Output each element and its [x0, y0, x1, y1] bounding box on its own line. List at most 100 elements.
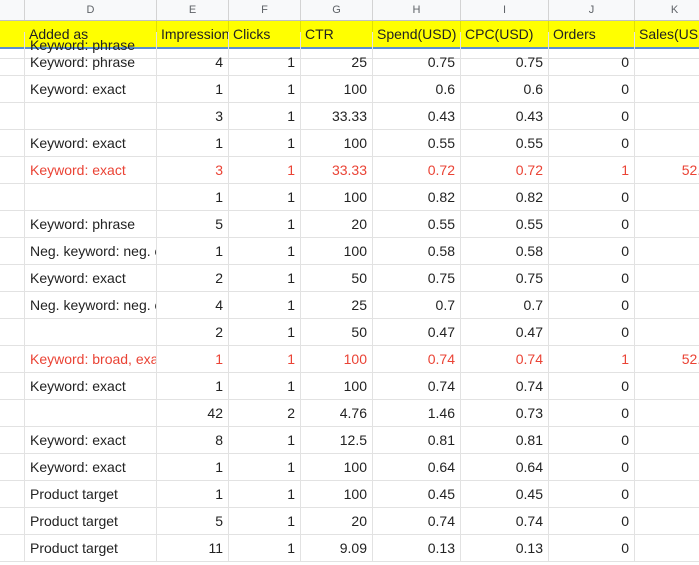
table-cell[interactable]: Product target [25, 481, 157, 507]
table-cell[interactable]: 1 [229, 319, 301, 345]
row-gutter[interactable] [0, 157, 25, 183]
table-cell[interactable]: 1 [229, 481, 301, 507]
row-gutter[interactable] [0, 454, 25, 480]
table-cell[interactable]: 52.9 [635, 157, 699, 183]
row-gutter[interactable] [0, 130, 25, 156]
table-cell[interactable]: 2 [157, 265, 229, 291]
table-cell[interactable]: ( [635, 373, 699, 399]
column-letter-g[interactable]: G [301, 0, 373, 20]
table-cell[interactable]: Keyword: exact [25, 454, 157, 480]
table-cell[interactable]: 42 [157, 400, 229, 426]
table-cell[interactable]: ( [635, 454, 699, 480]
table-cell[interactable]: 0.55 [373, 130, 461, 156]
table-cell[interactable]: 100 [301, 454, 373, 480]
table-cell[interactable]: 0.13 [373, 535, 461, 561]
table-cell[interactable]: ( [635, 76, 699, 102]
table-cell[interactable]: 0.82 [373, 184, 461, 210]
table-cell[interactable]: 0.6 [373, 76, 461, 102]
corner-cell[interactable] [0, 0, 25, 20]
table-cell[interactable]: 0.74 [373, 508, 461, 534]
row-gutter[interactable] [0, 427, 25, 453]
table-cell[interactable]: 0.75 [461, 49, 549, 75]
table-cell[interactable]: Neg. keyword: neg. e [25, 292, 157, 318]
table-cell[interactable]: 0.43 [373, 103, 461, 129]
table-cell[interactable]: 0 [549, 184, 635, 210]
row-gutter[interactable] [0, 508, 25, 534]
table-cell[interactable] [25, 103, 157, 129]
table-cell[interactable]: 0.74 [461, 508, 549, 534]
table-cell[interactable]: 100 [301, 346, 373, 372]
table-cell[interactable]: Keyword: phrase [25, 49, 157, 75]
table-cell[interactable]: 1 [229, 211, 301, 237]
table-cell[interactable]: 0 [549, 427, 635, 453]
table-cell[interactable]: ( [635, 211, 699, 237]
table-cell[interactable]: 0 [549, 319, 635, 345]
table-cell[interactable]: 0.47 [373, 319, 461, 345]
table-cell[interactable]: 0.64 [373, 454, 461, 480]
table-cell[interactable]: ( [635, 481, 699, 507]
row-gutter[interactable] [0, 103, 25, 129]
table-cell[interactable]: 9.09 [301, 535, 373, 561]
table-cell[interactable]: 0.73 [461, 400, 549, 426]
table-cell[interactable]: 0.55 [373, 211, 461, 237]
table-cell[interactable]: Keyword: exact [25, 427, 157, 453]
table-cell[interactable]: 1 [229, 373, 301, 399]
table-cell[interactable]: 1 [157, 238, 229, 264]
table-cell[interactable]: 0.58 [373, 238, 461, 264]
table-cell[interactable]: 1 [229, 346, 301, 372]
table-cell[interactable]: 1 [157, 454, 229, 480]
table-cell[interactable]: ( [635, 265, 699, 291]
table-cell[interactable]: 0.7 [373, 292, 461, 318]
table-cell[interactable]: ( [635, 184, 699, 210]
table-cell[interactable]: 0 [549, 508, 635, 534]
table-cell[interactable]: 0.74 [373, 346, 461, 372]
column-letter-k[interactable]: K [635, 0, 699, 20]
table-cell[interactable] [25, 184, 157, 210]
table-cell[interactable]: 2 [229, 400, 301, 426]
table-cell[interactable]: 33.33 [301, 103, 373, 129]
row-gutter[interactable] [0, 346, 25, 372]
table-cell[interactable]: ( [635, 49, 699, 75]
table-cell[interactable]: 0 [549, 49, 635, 75]
table-cell[interactable]: 0.75 [373, 49, 461, 75]
table-cell[interactable]: 8 [157, 427, 229, 453]
table-cell[interactable]: 1 [229, 76, 301, 102]
table-cell[interactable]: 0.81 [461, 427, 549, 453]
table-cell[interactable]: 0 [549, 454, 635, 480]
row-gutter[interactable] [0, 319, 25, 345]
table-cell[interactable]: 100 [301, 184, 373, 210]
table-cell[interactable]: ( [635, 292, 699, 318]
table-cell[interactable]: ( [635, 238, 699, 264]
table-cell[interactable]: 0.81 [373, 427, 461, 453]
table-cell[interactable]: 4 [157, 292, 229, 318]
table-cell[interactable]: 0.7 [461, 292, 549, 318]
table-cell[interactable]: 100 [301, 130, 373, 156]
row-gutter[interactable] [0, 49, 25, 75]
table-cell[interactable]: 0.72 [373, 157, 461, 183]
table-cell[interactable]: 0.72 [461, 157, 549, 183]
table-cell[interactable]: 0.45 [373, 481, 461, 507]
table-cell[interactable]: 1 [229, 157, 301, 183]
table-cell[interactable]: Neg. keyword: neg. e [25, 238, 157, 264]
table-cell[interactable]: 0.43 [461, 103, 549, 129]
table-cell[interactable]: 0.55 [461, 211, 549, 237]
table-cell[interactable]: 33.33 [301, 157, 373, 183]
row-gutter[interactable] [0, 184, 25, 210]
table-cell[interactable]: 25 [301, 49, 373, 75]
table-cell[interactable]: 1 [229, 292, 301, 318]
table-cell[interactable]: 0 [549, 265, 635, 291]
table-cell[interactable]: 1 [229, 238, 301, 264]
table-cell[interactable]: 3 [157, 103, 229, 129]
table-cell[interactable]: 4.76 [301, 400, 373, 426]
table-cell[interactable]: Keyword: phrase [25, 211, 157, 237]
row-gutter[interactable] [0, 373, 25, 399]
table-cell[interactable]: 20 [301, 508, 373, 534]
table-cell[interactable]: 52.9 [635, 346, 699, 372]
table-cell[interactable]: 0 [549, 76, 635, 102]
table-cell[interactable]: 0 [549, 130, 635, 156]
table-cell[interactable]: 0.74 [373, 373, 461, 399]
table-cell[interactable]: 0.74 [461, 346, 549, 372]
table-cell[interactable]: 1 [157, 76, 229, 102]
column-letter-h[interactable]: H [373, 0, 461, 20]
table-cell[interactable]: 50 [301, 265, 373, 291]
